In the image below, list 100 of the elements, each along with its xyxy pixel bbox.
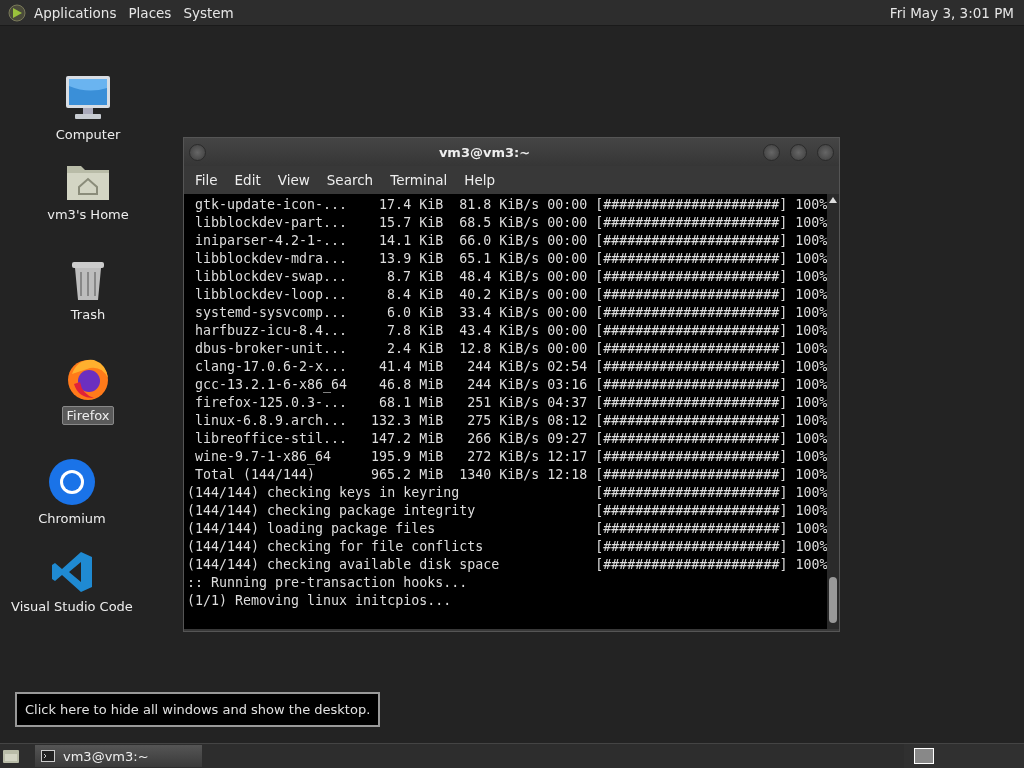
download-time: 00:00 [547, 196, 588, 214]
progress-bar-text: [######################] [595, 448, 788, 466]
progress-bar-text: [######################] [595, 538, 788, 556]
progress-bar-text: [######################] [595, 556, 788, 574]
scroll-up-icon[interactable] [829, 197, 838, 203]
download-time: 09:27 [547, 430, 588, 448]
download-rate: 244 KiB/s [466, 358, 540, 376]
desktop-icon-label[interactable]: Trash [67, 306, 109, 323]
download-time: 00:00 [547, 268, 588, 286]
panel-menu[interactable]: Places [124, 4, 176, 21]
progress-bar-text: [######################] [595, 196, 788, 214]
percent-text: 100% [795, 358, 828, 376]
percent-text: 100% [795, 340, 828, 358]
package-name: libblockdev-part... [195, 214, 349, 232]
download-time: 12:18 [547, 466, 588, 484]
download-time: 02:54 [547, 358, 588, 376]
download-time: 00:00 [547, 214, 588, 232]
progress-bar-text: [######################] [595, 466, 788, 484]
step-text: (144/144) checking for file conflicts [187, 538, 485, 556]
show-desktop-icon[interactable] [2, 748, 20, 764]
workspace-switcher[interactable] [914, 748, 934, 764]
download-time: 04:37 [547, 394, 588, 412]
progress-bar-text: [######################] [595, 358, 788, 376]
percent-text: 100% [795, 196, 828, 214]
download-size: 8.7 KiB [386, 268, 444, 286]
progress-bar-text: [######################] [595, 430, 788, 448]
scrollbar-thumb[interactable] [829, 577, 838, 623]
percent-text: 100% [795, 376, 828, 394]
download-time: 00:00 [547, 322, 588, 340]
package-name: libblockdev-mdra... [195, 250, 349, 268]
main-menu-icon[interactable] [8, 3, 26, 22]
progress-bar-text: [######################] [595, 322, 788, 340]
scrollbar[interactable] [827, 194, 839, 629]
download-rate: 33.4 KiB/s [459, 304, 540, 322]
desktop-icon-label[interactable]: Visual Studio Code [8, 598, 136, 615]
progress-bar-text: [######################] [595, 250, 788, 268]
percent-text: 100% [795, 394, 828, 412]
menu-item[interactable]: Search [320, 172, 380, 188]
panel-menu[interactable]: Applications [30, 4, 121, 21]
download-rate: 266 KiB/s [466, 430, 540, 448]
desktop-icon-label[interactable]: Chromium [35, 510, 109, 527]
progress-bar-text: [######################] [595, 340, 788, 358]
menu-item[interactable]: View [271, 172, 316, 188]
download-size: 195.9 MiB [370, 448, 444, 466]
menu-item[interactable]: Edit [228, 172, 267, 188]
download-rate: 12.8 KiB/s [459, 340, 540, 358]
download-time: 00:00 [547, 250, 588, 268]
package-name: wine-9.7-1-x86_64 [195, 448, 333, 466]
taskbar-button[interactable]: vm3@vm3:~ [35, 745, 202, 767]
desktop-icon-label[interactable]: vm3's Home [44, 206, 132, 223]
output-line: :: Running pre-transaction hooks... [187, 574, 468, 592]
percent-text: 100% [795, 556, 828, 574]
download-size: 7.8 KiB [386, 322, 444, 340]
package-name: libblockdev-swap... [195, 268, 349, 286]
download-size: 13.9 KiB [378, 250, 444, 268]
download-size: 17.4 KiB [378, 196, 444, 214]
menu-item[interactable]: File [189, 172, 224, 188]
package-name: libreoffice-stil... [195, 430, 349, 448]
download-rate: 68.5 KiB/s [459, 214, 540, 232]
download-size: 2.4 KiB [386, 340, 444, 358]
percent-text: 100% [795, 412, 828, 430]
download-size: 6.0 KiB [386, 304, 444, 322]
percent-text: 100% [795, 520, 828, 538]
desktop-icon-label[interactable]: Firefox [62, 406, 114, 425]
panel-menu[interactable]: System [179, 4, 238, 21]
download-size: 15.7 KiB [378, 214, 444, 232]
package-name: libblockdev-loop... [195, 286, 349, 304]
window-title: vm3@vm3:~ [437, 144, 532, 160]
package-name: dbus-broker-unit... [195, 340, 349, 358]
percent-text: 100% [795, 250, 828, 268]
clock[interactable]: Fri May 3, 3:01 PM [889, 4, 1014, 21]
download-size: 8.4 KiB [386, 286, 444, 304]
desktop-icon-label[interactable]: Computer [52, 126, 124, 143]
progress-bar-text: [######################] [595, 214, 788, 232]
download-time: 03:16 [547, 376, 588, 394]
progress-bar-text: [######################] [595, 304, 788, 322]
menu-item[interactable]: Help [458, 172, 502, 188]
download-rate: 48.4 KiB/s [459, 268, 540, 286]
percent-text: 100% [795, 484, 828, 502]
download-rate: 65.1 KiB/s [459, 250, 540, 268]
download-rate: 251 KiB/s [466, 394, 540, 412]
download-time: 00:00 [547, 340, 588, 358]
download-size: 68.1 MiB [378, 394, 444, 412]
package-name: iniparser-4.2-1-... [195, 232, 349, 250]
progress-bar-text: [######################] [595, 484, 788, 502]
download-time: 00:00 [547, 232, 588, 250]
download-time: 12:17 [547, 448, 588, 466]
package-name: harfbuzz-icu-8.4... [195, 322, 349, 340]
download-rate: 43.4 KiB/s [459, 322, 540, 340]
progress-bar-text: [######################] [595, 502, 788, 520]
download-rate: 244 KiB/s [466, 376, 540, 394]
progress-bar-text: [######################] [595, 394, 788, 412]
download-rate: 66.0 KiB/s [459, 232, 540, 250]
menu-item[interactable]: Terminal [384, 172, 454, 188]
percent-text: 100% [795, 466, 828, 484]
progress-bar-text: [######################] [595, 286, 788, 304]
percent-text: 100% [795, 304, 828, 322]
step-text: (144/144) checking available disk space [187, 556, 501, 574]
progress-bar-text: [######################] [595, 232, 788, 250]
download-size: 965.2 MiB [370, 466, 444, 484]
